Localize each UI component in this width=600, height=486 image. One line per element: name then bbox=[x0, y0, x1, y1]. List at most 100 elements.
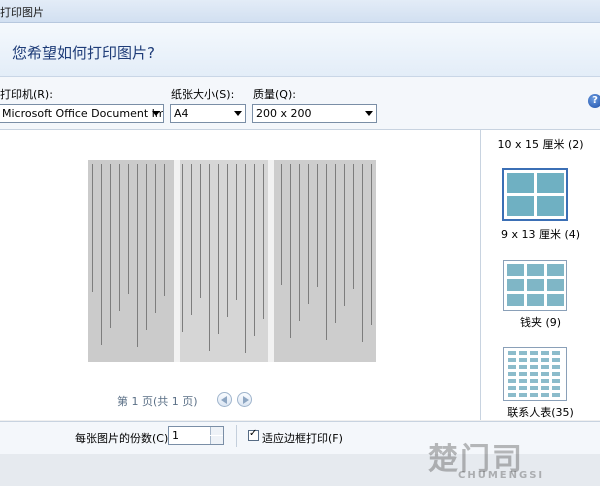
layout-cell bbox=[541, 351, 549, 355]
layout-cell bbox=[541, 393, 549, 397]
layout-cell bbox=[519, 372, 527, 376]
layout-cell bbox=[508, 365, 516, 369]
preview-text-column bbox=[308, 164, 309, 304]
preview-text-column bbox=[137, 164, 138, 347]
layout-cell bbox=[507, 294, 524, 306]
preview-text-column bbox=[101, 164, 102, 345]
layout-cell bbox=[530, 358, 538, 362]
copies-stepper[interactable]: 1 bbox=[168, 426, 224, 445]
layout-cell bbox=[541, 379, 549, 383]
layout-cell bbox=[527, 279, 544, 291]
preview-text-column bbox=[353, 164, 354, 289]
quality-label: 质量(Q): bbox=[253, 88, 296, 101]
printer-select[interactable]: Microsoft Office Document Im bbox=[0, 104, 164, 123]
layout-cell bbox=[527, 264, 544, 276]
layout-cell bbox=[552, 393, 560, 397]
layout-thumb-wallet[interactable] bbox=[503, 260, 567, 311]
preview-text-column bbox=[299, 164, 300, 321]
layout-label[interactable]: 9 x 13 厘米 (4) bbox=[481, 226, 600, 242]
paper-size-value: A4 bbox=[174, 107, 189, 120]
printer-label: 打印机(R): bbox=[0, 88, 53, 101]
layout-cell bbox=[541, 372, 549, 376]
layout-cell bbox=[508, 358, 516, 362]
preview-text-column bbox=[200, 164, 201, 298]
preview-text-column bbox=[128, 164, 129, 294]
layout-cell bbox=[519, 379, 527, 383]
preview-text-column bbox=[281, 164, 282, 285]
preview-text-column bbox=[92, 164, 93, 292]
printer-value: Microsoft Office Document Im bbox=[2, 107, 164, 120]
dialog-header: 您希望如何打印图片? bbox=[0, 23, 600, 77]
layout-cell bbox=[508, 386, 516, 390]
preview-text-column bbox=[227, 164, 228, 317]
next-page-button[interactable] bbox=[237, 392, 252, 407]
layout-cell bbox=[507, 264, 524, 276]
layout-cell bbox=[530, 379, 538, 383]
arrow-right-icon bbox=[243, 396, 249, 404]
layout-label[interactable]: 联系人表(35) bbox=[481, 404, 600, 420]
help-icon[interactable]: ? bbox=[588, 94, 600, 108]
quality-value: 200 x 200 bbox=[256, 107, 312, 120]
spin-up-icon[interactable] bbox=[210, 427, 223, 435]
preview-text-column bbox=[119, 164, 120, 311]
layout-cell bbox=[552, 351, 560, 355]
layout-cell bbox=[530, 365, 538, 369]
paper-size-label: 纸张大小(S): bbox=[171, 88, 235, 101]
layout-cell bbox=[541, 386, 549, 390]
preview-text-column bbox=[182, 164, 183, 332]
layout-cell bbox=[530, 393, 538, 397]
copies-value: 1 bbox=[172, 429, 179, 442]
layout-cell bbox=[552, 372, 560, 376]
fit-to-frame-checkbox[interactable]: ✓ bbox=[248, 428, 259, 441]
title-bar: 打印图片 bbox=[0, 0, 600, 23]
preview-text-column bbox=[110, 164, 111, 328]
layout-label[interactable]: 10 x 15 厘米 (2) bbox=[481, 136, 600, 152]
previous-page-button[interactable] bbox=[217, 392, 232, 407]
preview-text-column bbox=[344, 164, 345, 306]
arrow-left-icon bbox=[221, 396, 227, 404]
spin-down-icon[interactable] bbox=[210, 436, 223, 444]
layout-cell bbox=[552, 379, 560, 383]
preview-text-column bbox=[254, 164, 255, 336]
fit-to-frame-label: 适应边框打印(F) bbox=[262, 432, 343, 445]
preview-text-column bbox=[164, 164, 165, 296]
layout-cell bbox=[519, 351, 527, 355]
layout-cell bbox=[530, 372, 538, 376]
chevron-down-icon bbox=[365, 111, 373, 116]
layout-cell bbox=[530, 351, 538, 355]
preview-text-column bbox=[263, 164, 264, 319]
copies-label: 每张图片的份数(C): bbox=[75, 432, 172, 445]
layout-cell bbox=[507, 279, 524, 291]
watermark-text: CHUMENGSI bbox=[458, 470, 545, 481]
preview-text-column bbox=[317, 164, 318, 287]
layout-cell bbox=[541, 358, 549, 362]
layout-thumb-9x13[interactable] bbox=[502, 168, 568, 221]
layout-cell bbox=[508, 372, 516, 376]
layout-cell bbox=[508, 379, 516, 383]
layout-thumb-contact-sheet[interactable] bbox=[503, 347, 567, 401]
layout-cell bbox=[508, 351, 516, 355]
layout-cell bbox=[552, 358, 560, 362]
layout-cell bbox=[519, 358, 527, 362]
preview-text-column bbox=[209, 164, 210, 351]
page-status: 第 1 页(共 1 页) bbox=[117, 395, 198, 408]
preview-text-column bbox=[245, 164, 246, 353]
layout-cell bbox=[547, 264, 564, 276]
layout-cell bbox=[519, 365, 527, 369]
layout-label[interactable]: 钱夹 (9) bbox=[481, 314, 600, 330]
layout-list: 10 x 15 厘米 (2) 9 x 13 厘米 (4) 钱夹 (9) 联系人表… bbox=[481, 130, 600, 420]
preview-text-column bbox=[155, 164, 156, 313]
layout-cell bbox=[519, 393, 527, 397]
divider bbox=[236, 425, 237, 447]
layout-cell bbox=[541, 365, 549, 369]
layout-cell bbox=[519, 386, 527, 390]
preview-text-column bbox=[236, 164, 237, 300]
layout-cell bbox=[552, 386, 560, 390]
chevron-down-icon bbox=[234, 111, 242, 116]
window-title: 打印图片 bbox=[0, 6, 44, 19]
preview-text-column bbox=[371, 164, 372, 325]
paper-size-select[interactable]: A4 bbox=[170, 104, 246, 123]
quality-select[interactable]: 200 x 200 bbox=[252, 104, 377, 123]
dialog-question: 您希望如何打印图片? bbox=[12, 44, 155, 62]
preview-text-column bbox=[290, 164, 291, 338]
